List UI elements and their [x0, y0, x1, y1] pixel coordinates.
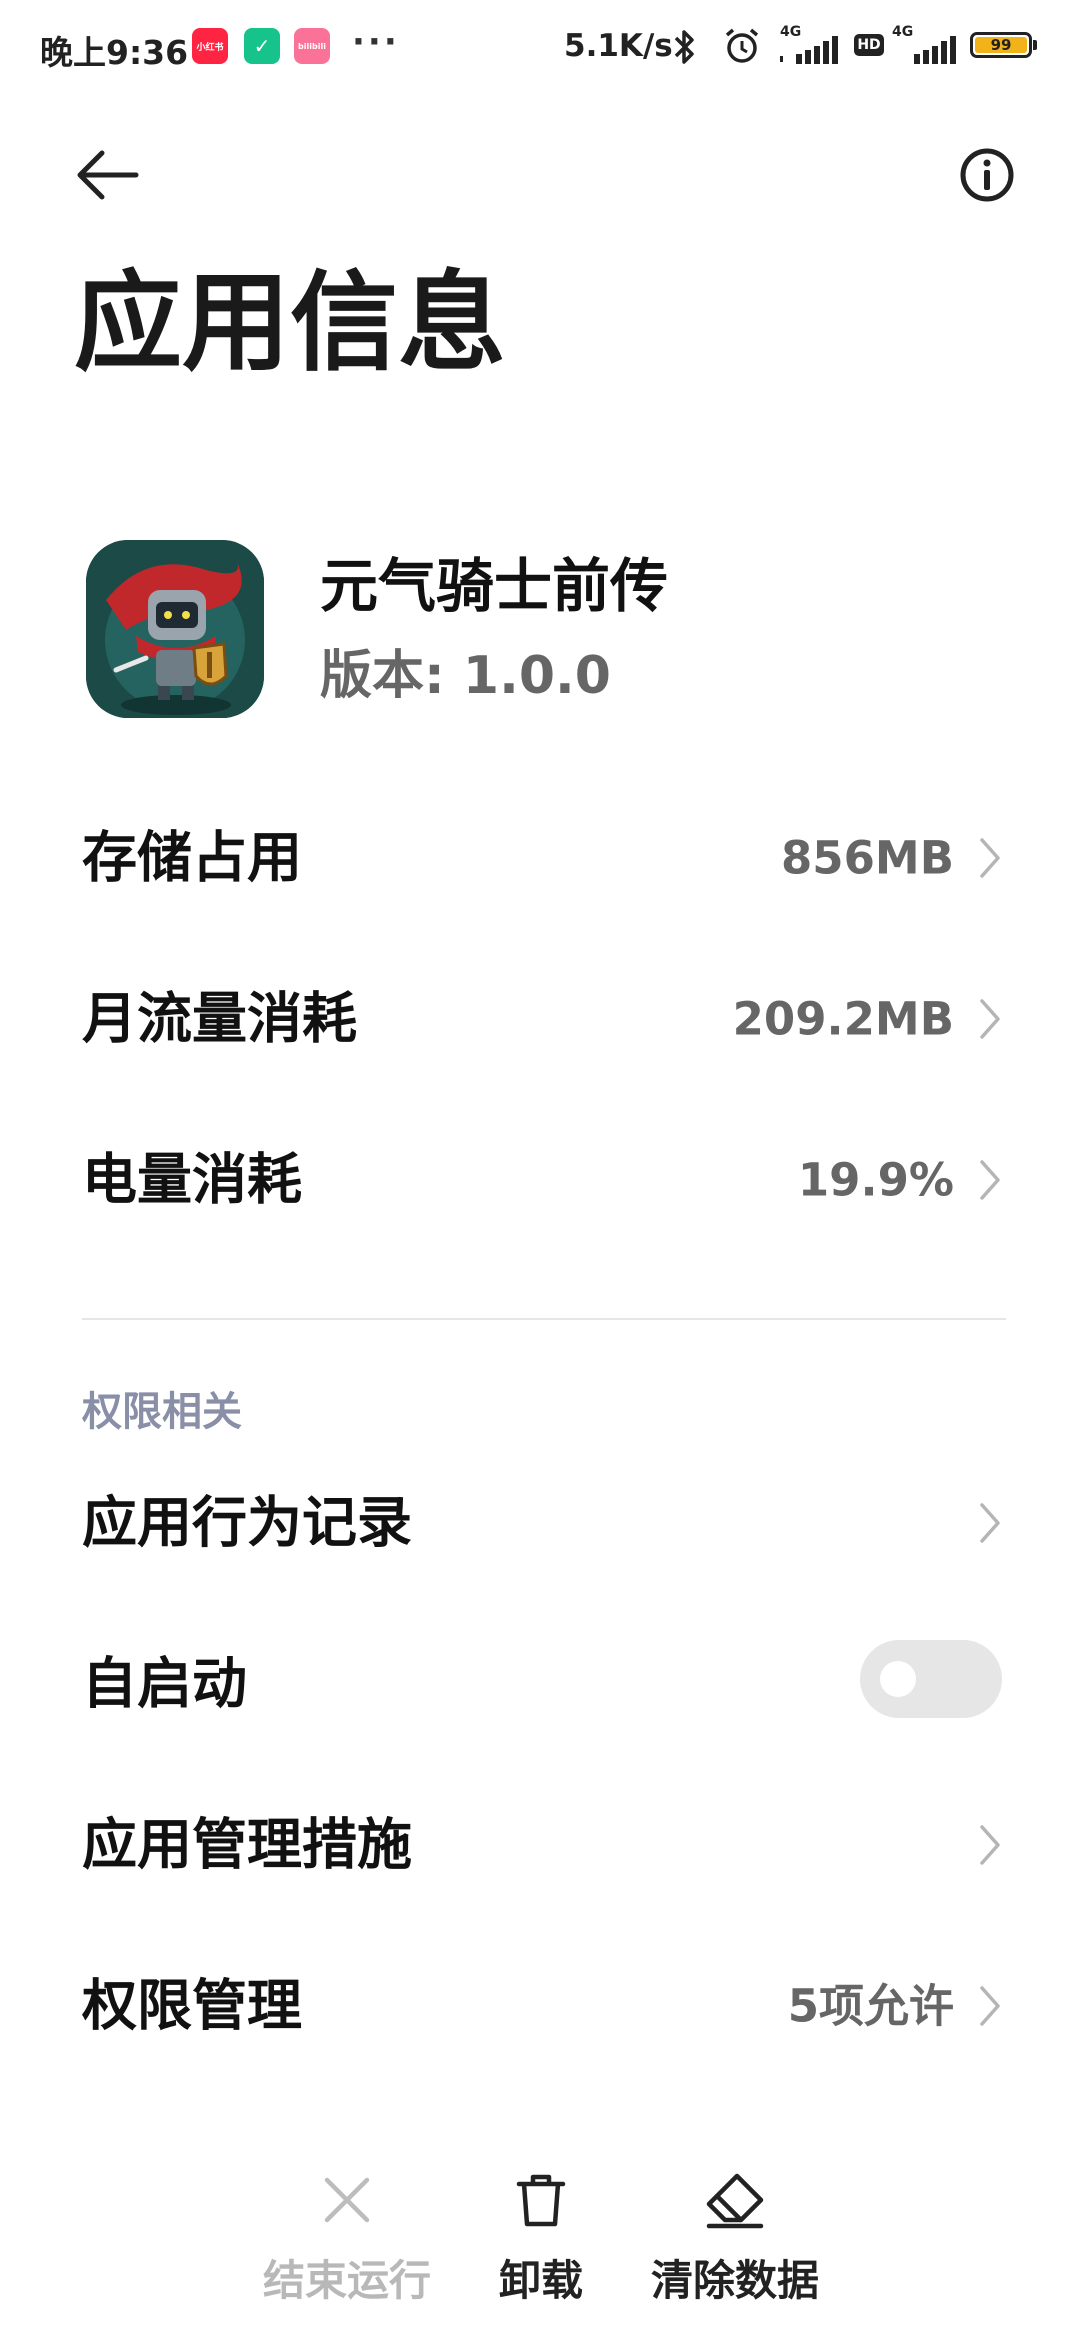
- chevron-right-icon: [980, 999, 1000, 1039]
- storage-usage-label: 存储占用: [82, 825, 303, 890]
- force-stop-label: 结束运行: [262, 2256, 431, 2305]
- bluetooth-icon: [674, 30, 694, 64]
- permission-management-label: 权限管理: [82, 1973, 303, 2038]
- battery-tip: [1033, 40, 1037, 50]
- autostart-label: 自启动: [82, 1651, 248, 1716]
- sim2-signal-icon: [914, 36, 956, 64]
- alarm-icon: [725, 28, 759, 63]
- battery-usage-label: 电量消耗: [82, 1147, 303, 1212]
- uninstall-button[interactable]: 卸载: [446, 2160, 636, 2310]
- uninstall-label: 卸载: [498, 2256, 583, 2305]
- status-time: 晚上9:36: [40, 33, 189, 72]
- sim1-signal-icon: [780, 36, 838, 64]
- clear-data-button[interactable]: 清除数据: [640, 2160, 830, 2310]
- data-usage-label: 月流量消耗: [82, 986, 358, 1051]
- back-button[interactable]: [70, 140, 150, 210]
- app-name: 元气骑士前传: [320, 552, 669, 620]
- battery-icon: 99: [970, 32, 1032, 58]
- data-usage-value: 209.2MB: [732, 992, 954, 1046]
- app-details-button[interactable]: [952, 140, 1022, 210]
- chevron-right-icon: [980, 838, 1000, 878]
- toggle-knob: [880, 1661, 916, 1697]
- clear-data-label: 清除数据: [650, 2256, 819, 2305]
- permission-management-row[interactable]: 权限管理 5项允许: [0, 1931, 1080, 2081]
- chevron-right-icon: [980, 1160, 1000, 1200]
- app-behavior-record-label: 应用行为记录: [82, 1490, 413, 1555]
- app-behavior-record-row[interactable]: 应用行为记录: [0, 1448, 1080, 1598]
- arrow-left-icon: [77, 150, 139, 200]
- app-version: 版本: 1.0.0: [320, 646, 611, 706]
- force-stop-button[interactable]: 结束运行: [252, 2160, 442, 2310]
- autostart-toggle[interactable]: [860, 1640, 1002, 1718]
- app-icon-artwork: [86, 540, 264, 718]
- battery-level: 99: [975, 36, 1027, 54]
- more-notifications-icon: ···: [352, 22, 400, 62]
- network-speed: 5.1K/s: [564, 28, 673, 64]
- status-bar: 晚上9:36 小红书 ✓ bilibili ··· 5.1K/s 4G HD 4…: [0, 0, 1080, 100]
- xiaohongshu-notification-icon: 小红书: [192, 28, 228, 64]
- app-management-measures-row[interactable]: 应用管理措施: [0, 1770, 1080, 1920]
- security-notification-icon: ✓: [244, 28, 280, 64]
- app-management-measures-label: 应用管理措施: [82, 1812, 413, 1877]
- chevron-right-icon: [980, 1503, 1000, 1543]
- trash-icon: [516, 2174, 566, 2227]
- battery-usage-row[interactable]: 电量消耗 19.9%: [0, 1105, 1080, 1255]
- permissions-section-title: 权限相关: [82, 1389, 242, 1435]
- close-icon: [324, 2177, 370, 2223]
- data-usage-row[interactable]: 月流量消耗 209.2MB: [0, 944, 1080, 1094]
- chevron-right-icon: [980, 1825, 1000, 1865]
- battery-usage-value: 19.9%: [797, 1153, 954, 1207]
- eraser-icon: [706, 2173, 764, 2229]
- storage-usage-value: 856MB: [780, 831, 954, 885]
- bilibili-notification-icon: bilibili: [294, 28, 330, 64]
- permission-management-value: 5项允许: [787, 1979, 954, 2033]
- page-title: 应用信息: [74, 261, 507, 386]
- app-icon: [86, 540, 264, 718]
- app-info-screen: 晚上9:36 小红书 ✓ bilibili ··· 5.1K/s 4G HD 4…: [0, 0, 1080, 2340]
- storage-usage-row[interactable]: 存储占用 856MB: [0, 783, 1080, 933]
- section-divider: [82, 1318, 1006, 1320]
- hd-voice-icon: HD: [854, 34, 884, 56]
- info-icon: [960, 148, 1014, 202]
- chevron-right-icon: [980, 1986, 1000, 2026]
